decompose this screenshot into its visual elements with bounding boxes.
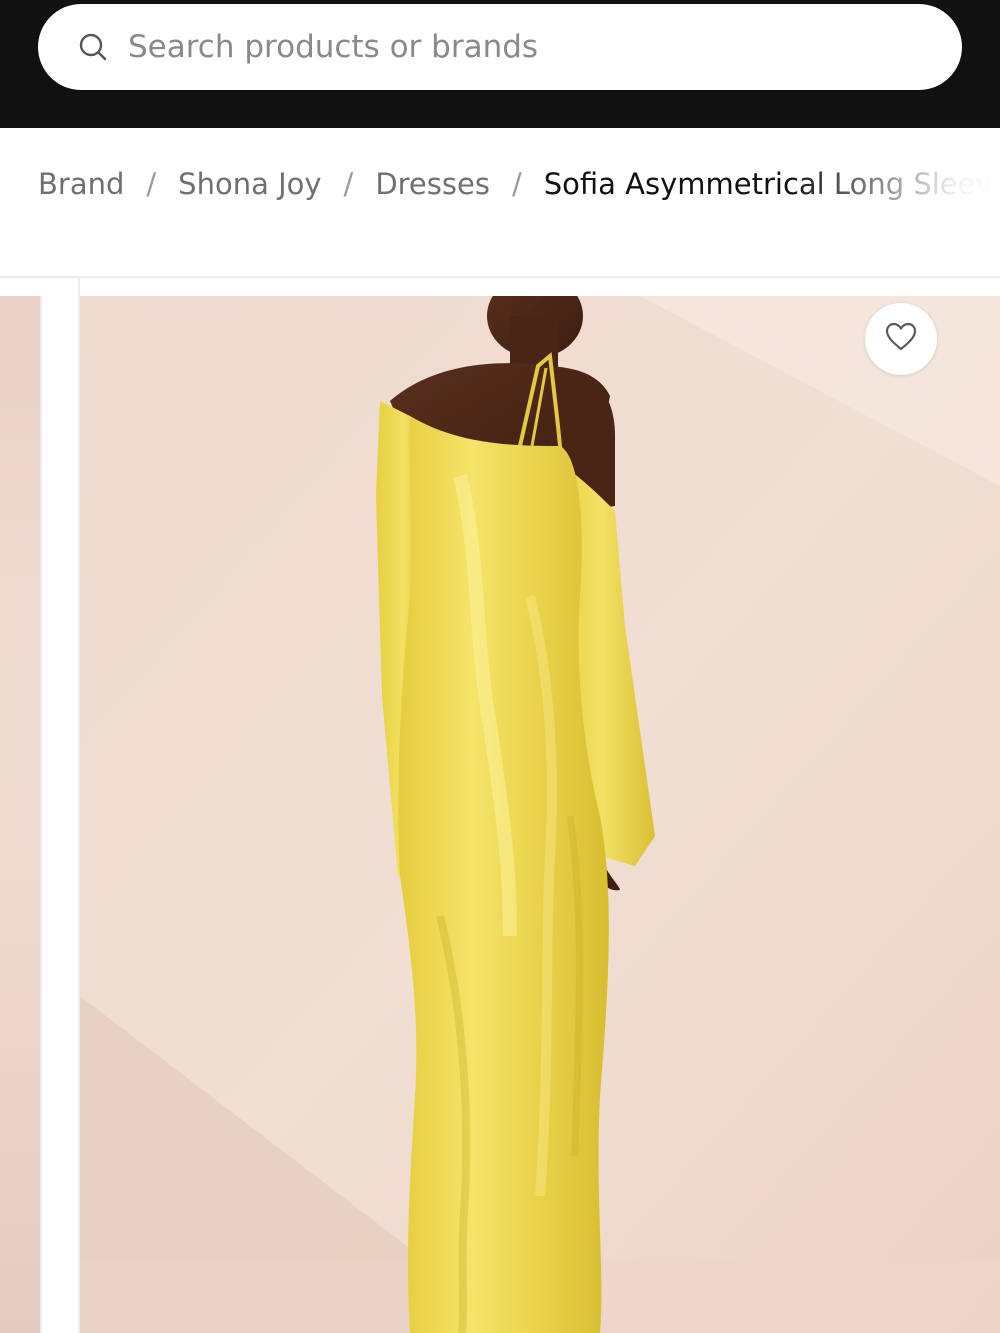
gallery-gap [0, 278, 40, 296]
search-input[interactable] [128, 29, 888, 65]
breadcrumb-separator: / [146, 167, 157, 201]
heart-outline-icon [885, 322, 917, 356]
breadcrumb-link-dresses[interactable]: Dresses [375, 167, 490, 201]
breadcrumb-current-product: Sofia Asymmetrical Long Sleev [543, 167, 993, 201]
search-bar[interactable] [38, 4, 962, 90]
breadcrumb-separator: / [511, 167, 522, 201]
breadcrumb: Brand / Shona Joy / Dresses / Sofia Asym… [38, 158, 1000, 210]
breadcrumb-link-brand[interactable]: Brand [38, 167, 124, 201]
search-icon [78, 32, 108, 62]
top-bar [0, 0, 1000, 128]
product-image[interactable] [80, 296, 1000, 1333]
breadcrumb-separator: / [343, 167, 354, 201]
previous-product-image[interactable] [0, 296, 42, 1333]
favorite-button[interactable] [865, 303, 937, 375]
breadcrumb-link-shona-joy[interactable]: Shona Joy [178, 167, 321, 201]
